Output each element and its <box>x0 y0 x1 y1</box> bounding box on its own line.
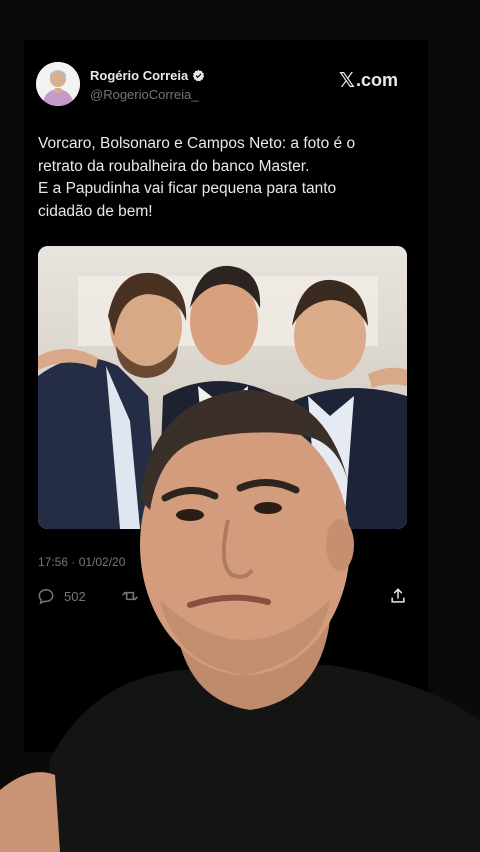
author-name-row[interactable]: Rogério Correia <box>90 68 205 83</box>
tweet-text: Vorcaro, Bolsonaro e Campos Neto: a foto… <box>38 133 418 223</box>
tweet-text-line: cidadão de bem! <box>38 202 153 220</box>
video-frame: Rogério Correia @RogerioCorreia_ 𝕏 .com … <box>0 0 480 852</box>
verified-badge-icon <box>192 69 205 82</box>
site-label: .com <box>355 70 398 90</box>
tweet-text-line: retrato da roubalheira do banco Master. <box>38 157 310 175</box>
author-name[interactable]: Rogério Correia <box>90 68 188 83</box>
foreground-person <box>0 380 480 852</box>
author-handle[interactable]: @RogerioCorreia_ <box>90 87 199 102</box>
x-com-label[interactable]: 𝕏 .com <box>339 68 398 93</box>
tweet-text-line: Vorcaro, Bolsonaro e Campos Neto: a foto… <box>38 135 356 152</box>
x-logo-icon: 𝕏 <box>338 70 355 92</box>
tweet-text-line: E a Papudinha vai ficar pequena para tan… <box>38 180 337 197</box>
avatar[interactable] <box>36 62 80 106</box>
